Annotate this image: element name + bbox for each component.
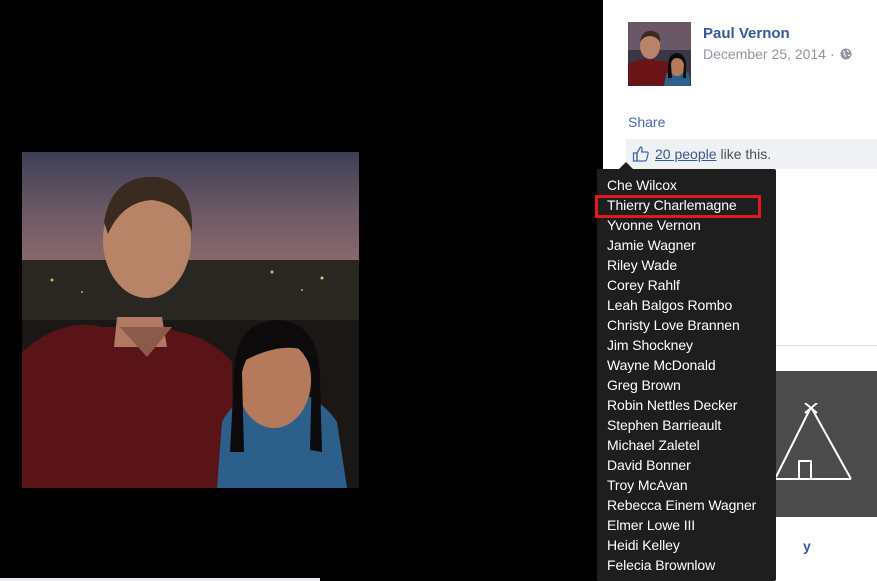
likers-tooltip: Che Wilcox Thierry Charlemagne Yvonne Vern… bbox=[597, 169, 776, 581]
liker-name[interactable]: Heidi Kelley bbox=[607, 535, 756, 555]
likes-count-link[interactable]: 20 people bbox=[655, 146, 717, 162]
liker-name[interactable]: Rebecca Einem Wagner bbox=[607, 495, 756, 515]
sponsored-link-text[interactable]: y bbox=[803, 538, 811, 554]
post-date[interactable]: December 25, 2014 bbox=[703, 46, 826, 62]
liker-name[interactable]: Greg Brown bbox=[607, 375, 756, 395]
liker-name[interactable]: Leah Balgos Rombo bbox=[607, 295, 756, 315]
thumbs-up-icon[interactable] bbox=[632, 145, 650, 163]
liker-name[interactable]: Yvonne Vernon bbox=[607, 215, 756, 235]
liker-name[interactable]: Robin Nettles Decker bbox=[607, 395, 756, 415]
post-author-name[interactable]: Paul Vernon bbox=[703, 25, 790, 42]
liker-name[interactable]: David Bonner bbox=[607, 455, 756, 475]
likers-list: Che Wilcox Thierry Charlemagne Yvonne Vern… bbox=[607, 175, 756, 575]
globe-icon[interactable] bbox=[840, 48, 852, 60]
sidebar-divider bbox=[775, 345, 877, 346]
meta-separator: · bbox=[829, 46, 835, 62]
liker-name[interactable]: Jim Shockney bbox=[607, 335, 756, 355]
liker-name[interactable]: Stephen Barrieault bbox=[607, 415, 756, 435]
liker-name[interactable]: Troy McAvan bbox=[607, 475, 756, 495]
liker-name[interactable]: Riley Wade bbox=[607, 255, 756, 275]
photo-viewer-stage bbox=[0, 0, 603, 581]
liker-name[interactable]: Che Wilcox bbox=[607, 175, 756, 195]
teepee-icon bbox=[775, 403, 852, 480]
liker-name[interactable]: Wayne McDonald bbox=[607, 355, 756, 375]
share-link[interactable]: Share bbox=[628, 114, 665, 130]
likes-suffix-text: like this. bbox=[720, 146, 772, 162]
sponsored-image[interactable] bbox=[775, 371, 877, 517]
post-photo[interactable] bbox=[22, 152, 359, 488]
liker-name[interactable]: Elmer Lowe III bbox=[607, 515, 756, 535]
liker-name[interactable]: Corey Rahlf bbox=[607, 275, 756, 295]
post-meta: December 25, 2014 · bbox=[703, 46, 852, 62]
highlight-box bbox=[595, 195, 761, 218]
liker-name[interactable]: Felecia Brownlow bbox=[607, 555, 756, 575]
liker-name[interactable]: Christy Love Brannen bbox=[607, 315, 756, 335]
liker-name[interactable]: Jamie Wagner bbox=[607, 235, 756, 255]
likes-summary-bar: 20 people like this. bbox=[626, 139, 877, 169]
author-avatar[interactable] bbox=[628, 22, 691, 86]
liker-name[interactable]: Michael Zaletel bbox=[607, 435, 756, 455]
tooltip-arrow bbox=[619, 162, 633, 169]
